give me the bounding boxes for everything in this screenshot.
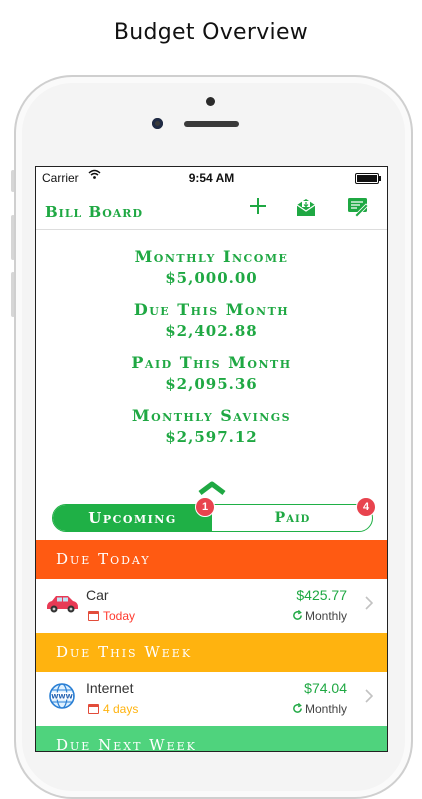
calendar-icon [88,704,99,714]
bill-frequency: Monthly [292,609,347,623]
repeat-icon [293,609,302,620]
envelope-icon[interactable] [294,195,318,224]
upcoming-count-badge: 1 [195,497,215,517]
navigation-bar: Bill Board [36,189,387,230]
bill-row-internet[interactable]: WWW Internet 4 days $74.04 Monthly [36,672,387,726]
svg-text:WWW: WWW [51,692,73,700]
bill-name: Internet [86,680,134,696]
bill-status-segmented-control: Upcoming Paid 1 4 [52,497,376,532]
chevron-right-icon [365,689,374,708]
income-value: $5,000.00 [165,269,258,287]
tab-paid-label: Paid [274,510,311,526]
paid-month-value: $2,095.36 [165,375,258,393]
app-screen: Carrier 9:54 AM Bill Board Monthly Incom… [35,166,388,752]
paid-count-badge: 4 [356,497,376,517]
budget-summary: Monthly Income $5,000.00 Due This Month … [36,247,387,459]
status-bar: Carrier 9:54 AM [36,167,387,189]
chevron-right-icon [365,596,374,615]
calendar-icon [88,611,99,621]
proximity-sensor [152,118,163,129]
bill-due: Today [88,609,135,623]
bill-frequency: Monthly [292,702,347,716]
bill-frequency-text: Monthly [304,702,347,716]
page-headline: Budget Overview [113,20,309,45]
bill-name: Car [86,587,109,603]
due-month-label: Due This Month [133,300,290,319]
tab-upcoming[interactable]: Upcoming [53,505,212,531]
battery-icon [355,173,381,184]
tab-upcoming-label: Upcoming [88,509,177,527]
tab-paid[interactable]: Paid [213,505,372,531]
globe-www-icon: WWW [48,682,76,715]
bill-amount: $425.77 [296,587,347,603]
status-time: 9:54 AM [188,171,235,185]
repeat-icon [293,702,302,713]
car-icon [44,591,80,620]
savings-value: $2,597.12 [165,428,258,446]
bill-frequency-text: Monthly [304,609,347,623]
income-label: Monthly Income [134,247,289,266]
bill-due-text: 4 days [103,702,139,716]
paid-month-label: Paid This Month [131,353,292,372]
app-title: Bill Board [45,203,143,221]
front-camera [206,97,215,106]
earpiece-speaker [184,121,239,127]
section-due-next-week: Due Next Week [36,726,387,751]
report-icon[interactable] [346,195,370,224]
bill-due-text: Today [103,609,136,623]
savings-label: Monthly Savings [131,406,292,425]
bill-amount: $74.04 [304,680,347,696]
bill-row-car[interactable]: Car Today $425.77 Monthly [36,579,387,633]
section-due-today: Due Today [36,540,387,579]
plus-icon[interactable] [247,195,269,222]
bill-due: 4 days [88,702,138,716]
due-month-value: $2,402.88 [165,322,258,340]
section-due-this-week: Due This Week [36,633,387,672]
